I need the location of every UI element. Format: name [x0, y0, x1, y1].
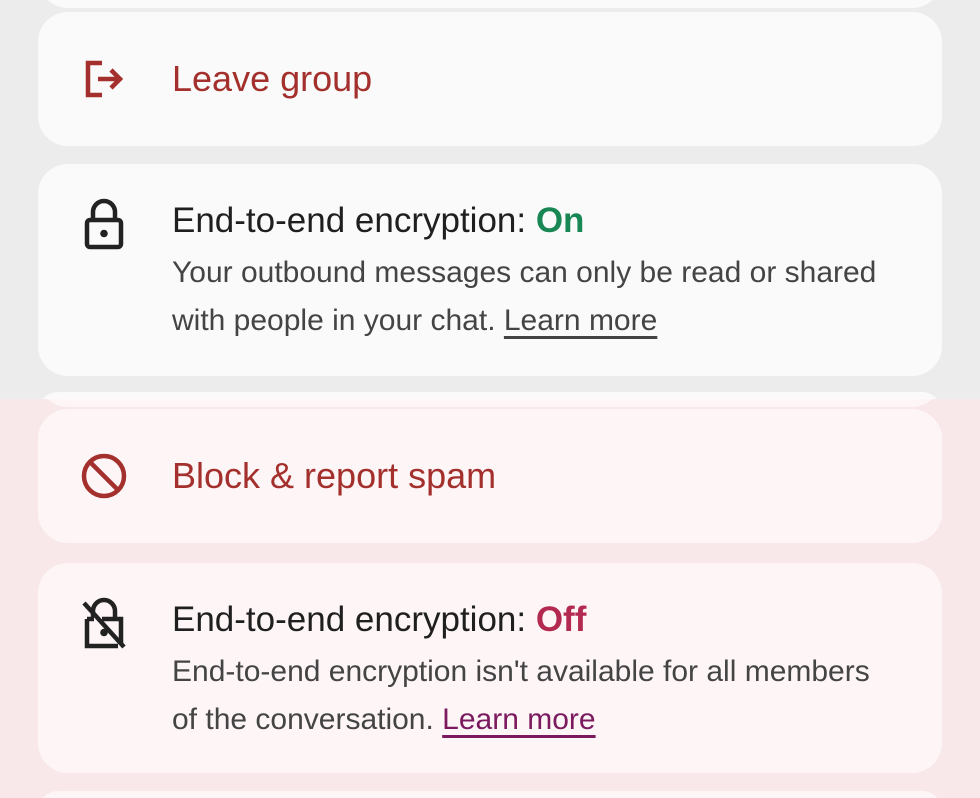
- leave-group-button[interactable]: Leave group: [38, 12, 942, 146]
- block-report-spam-button[interactable]: Block & report spam: [38, 409, 942, 543]
- lock-icon: [78, 198, 130, 250]
- encryption-off-card: End-to-end encryption: Off End-to-end en…: [38, 563, 942, 773]
- leave-group-label: Leave group: [172, 58, 373, 99]
- encryption-off-title: End-to-end encryption: Off: [172, 598, 902, 642]
- next-card: [38, 392, 942, 399]
- previous-card: [38, 399, 942, 407]
- encryption-on-description: Your outbound messages can only be read …: [172, 249, 902, 345]
- bottom-panel: Block & report spam End-to-end encryptio…: [0, 399, 980, 798]
- exit-icon: [78, 53, 130, 105]
- top-panel: Leave group End-to-end encryption: On Yo…: [0, 0, 980, 399]
- encryption-status-on: On: [535, 201, 585, 240]
- learn-more-link[interactable]: Learn more: [442, 703, 595, 736]
- encryption-status-off: Off: [535, 600, 587, 639]
- encryption-off-description: End-to-end encryption isn't available fo…: [172, 648, 902, 744]
- encryption-on-card: End-to-end encryption: On Your outbound …: [38, 164, 942, 376]
- block-report-spam-label: Block & report spam: [172, 455, 497, 496]
- encryption-on-title: End-to-end encryption: On: [172, 199, 902, 243]
- block-icon: [78, 450, 130, 502]
- learn-more-link[interactable]: Learn more: [504, 304, 657, 337]
- encryption-title-prefix: End-to-end encryption:: [172, 201, 536, 240]
- encryption-title-prefix: End-to-end encryption:: [172, 600, 536, 639]
- previous-card: [38, 0, 942, 8]
- lock-off-icon: [78, 597, 130, 649]
- next-card: [38, 791, 942, 798]
